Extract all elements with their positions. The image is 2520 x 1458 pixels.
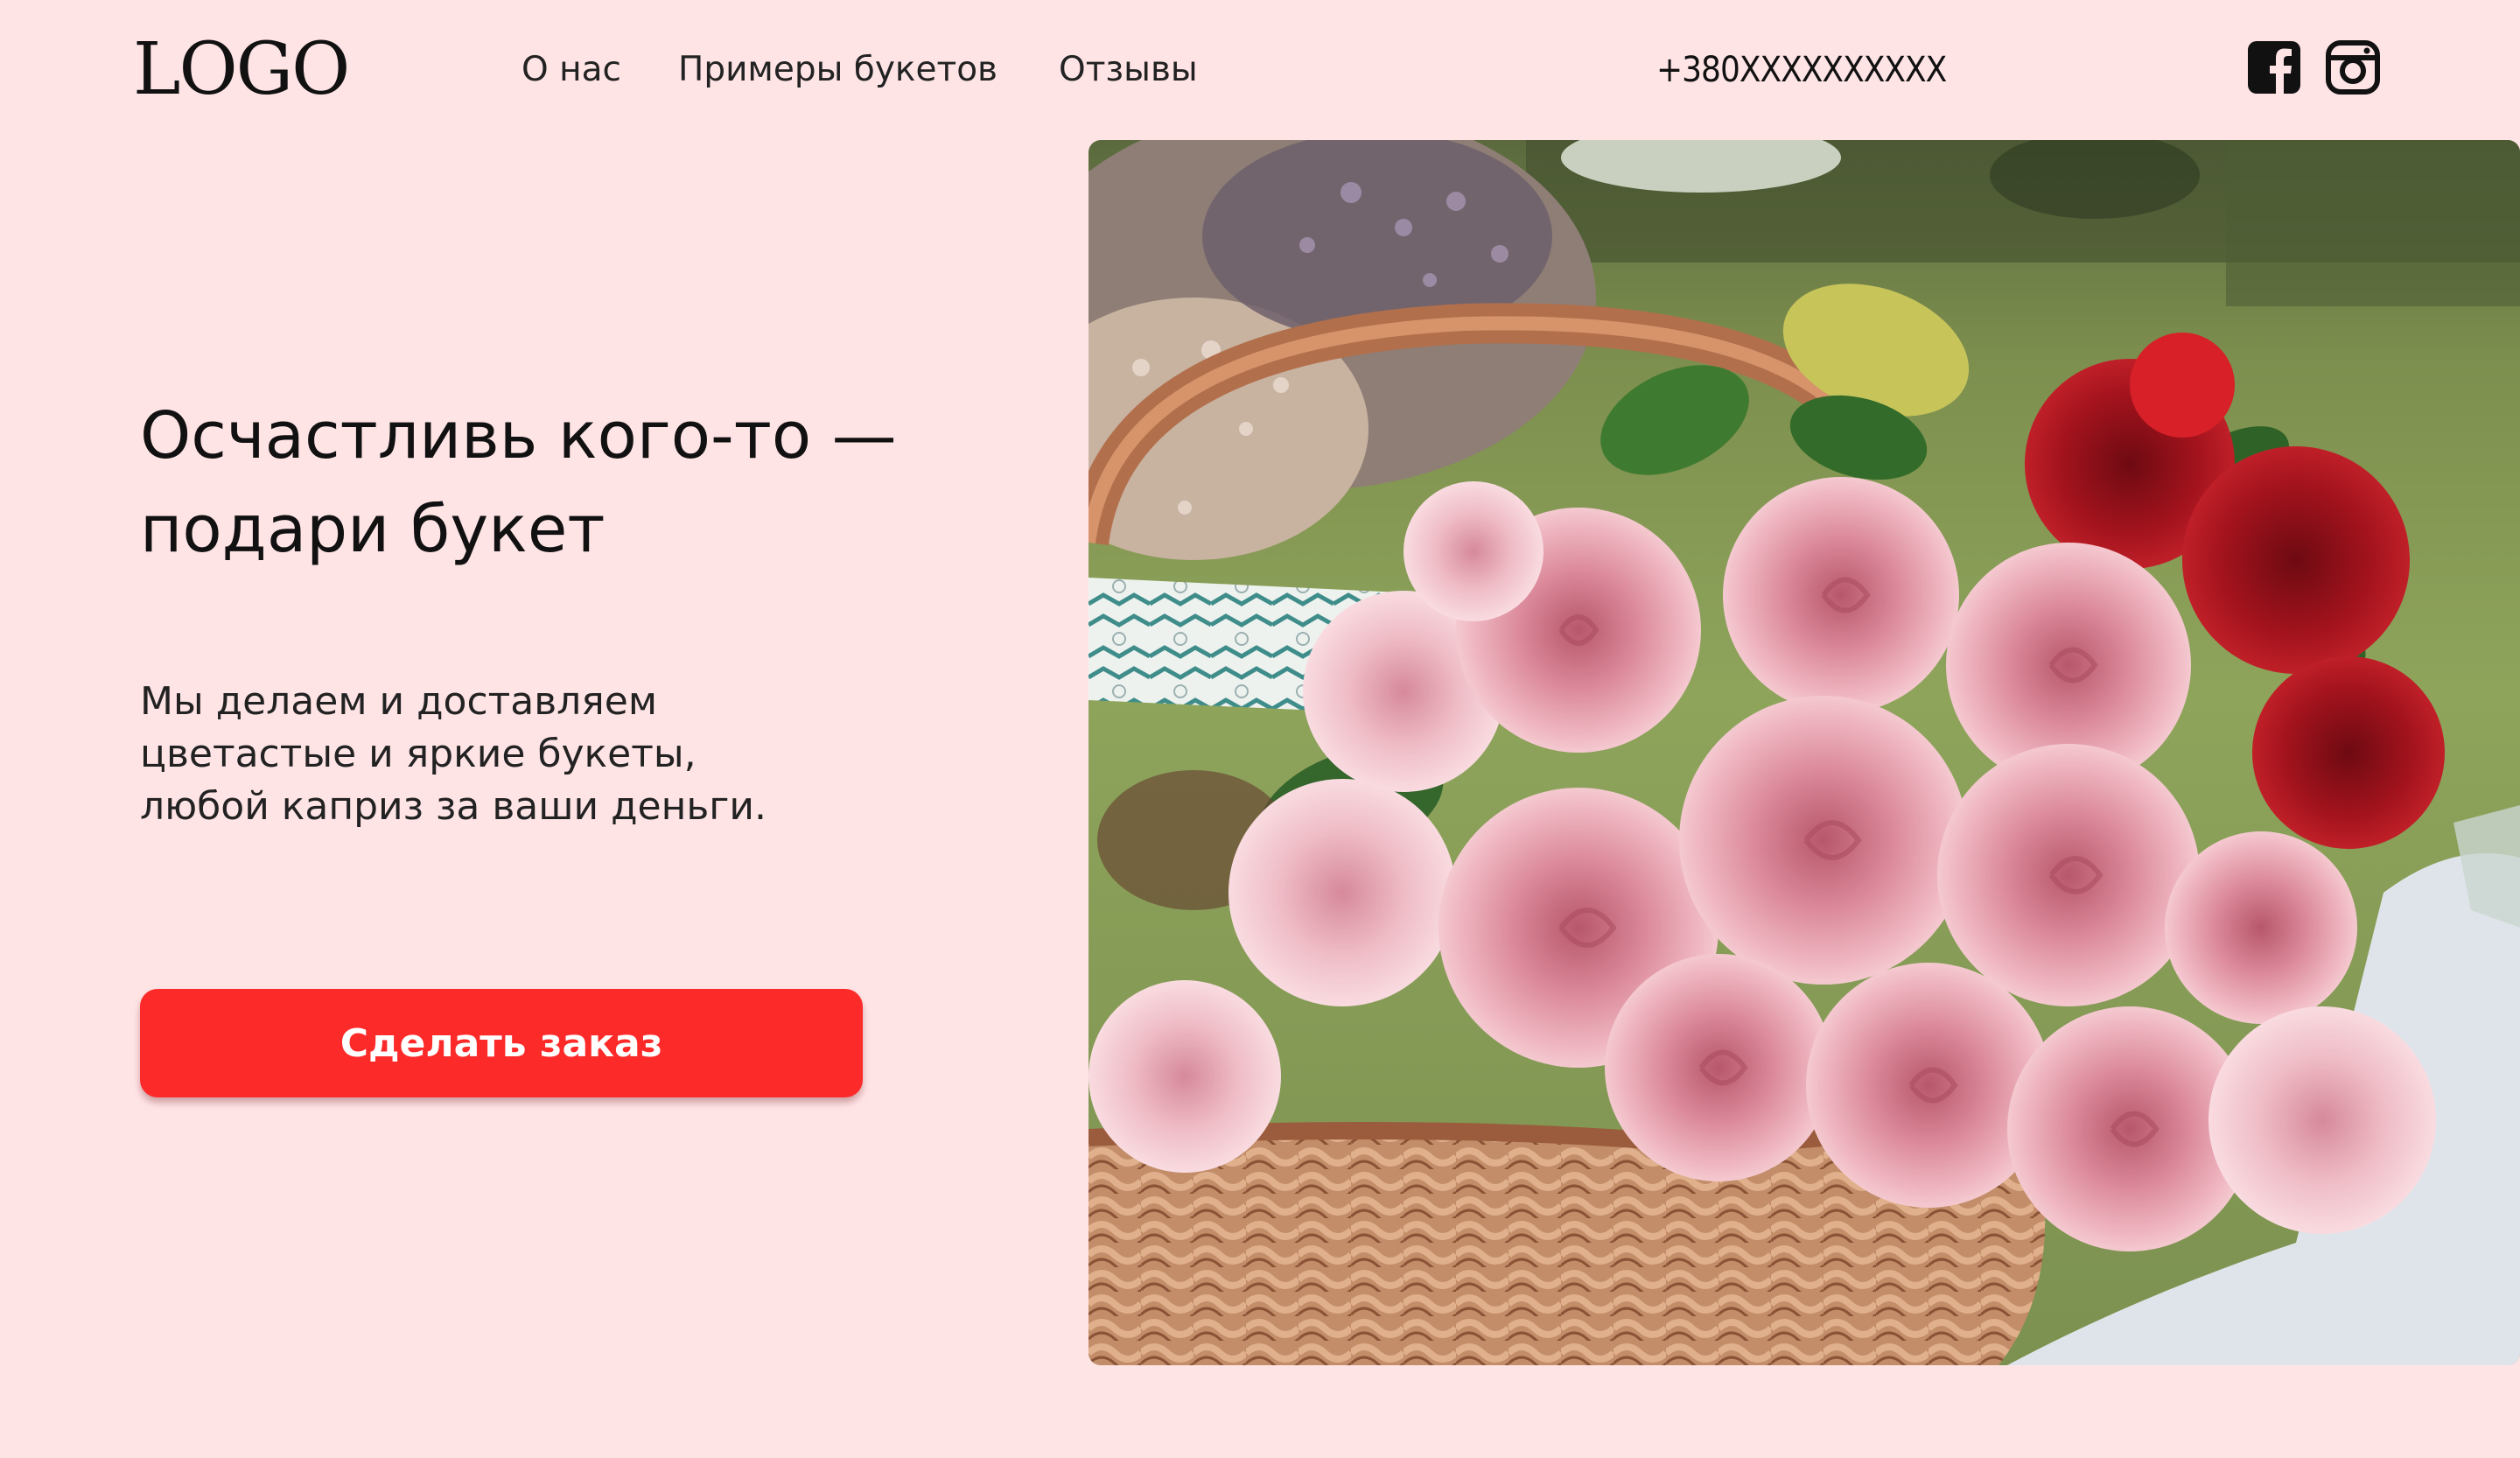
hero-description-line: цветастые и яркие букеты,: [140, 732, 696, 776]
phone-number[interactable]: +380XXXXXXXXXX: [1656, 46, 1947, 95]
facebook-icon[interactable]: [2247, 40, 2301, 95]
hero-description-line: Мы делаем и доставляем: [140, 679, 658, 724]
nav-link-about[interactable]: О нас: [522, 46, 621, 95]
nav-link-bouquet-examples[interactable]: Примеры букетов: [678, 46, 998, 95]
order-button[interactable]: Сделать заказ: [140, 989, 863, 1097]
hero-description-line: любой каприз за ваши деньги.: [140, 784, 766, 829]
instagram-icon[interactable]: [2326, 40, 2380, 95]
hero-bouquet-image: [1088, 140, 2520, 1365]
nav-link-reviews[interactable]: Отзывы: [1059, 46, 1198, 95]
logo[interactable]: LOGO: [133, 30, 350, 110]
hero-description: Мы делаем и доставляем цветастые и яркие…: [140, 676, 840, 833]
hero-title-line: подари букет: [140, 492, 606, 567]
hero-title: Осчастливь кого-то — подари букет: [140, 389, 1032, 577]
hero-title-line: Осчастливь кого-то —: [140, 398, 897, 473]
